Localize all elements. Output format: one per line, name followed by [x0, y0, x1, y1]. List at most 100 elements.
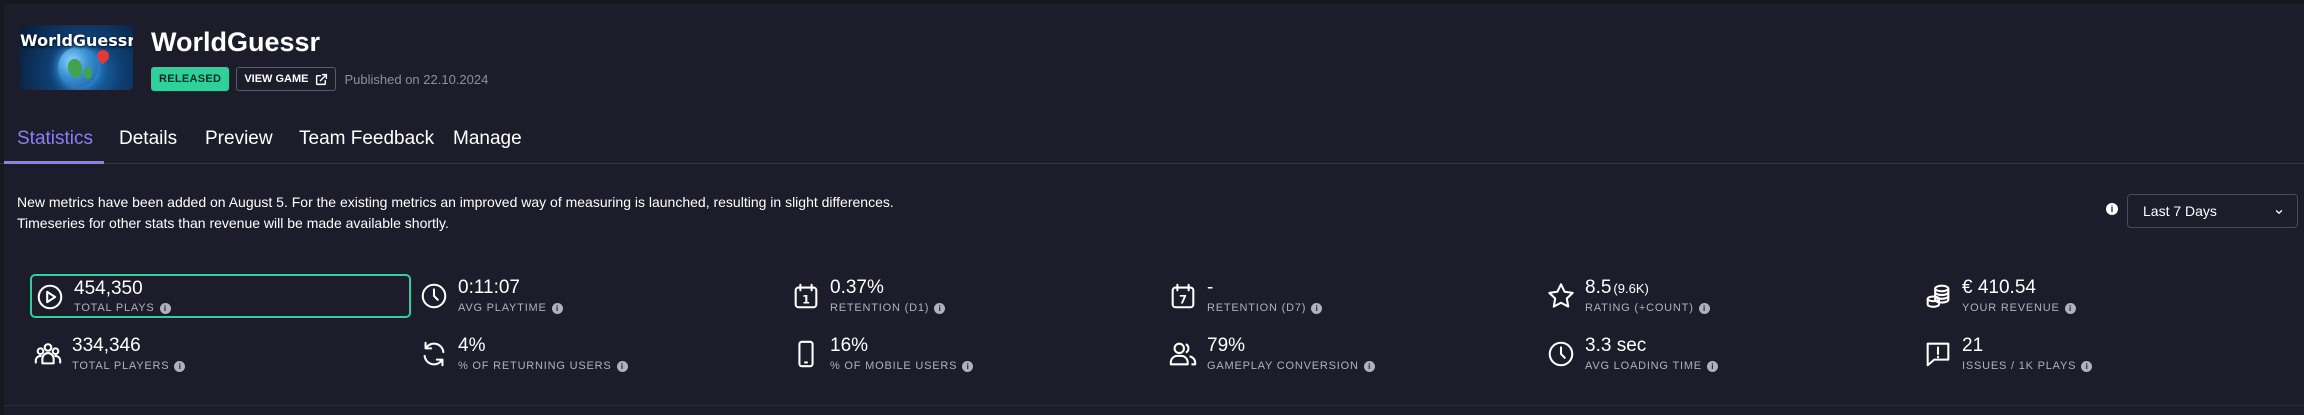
star-icon	[1548, 283, 1574, 308]
stat-value: 3.3 sec	[1585, 335, 1647, 356]
info-icon[interactable]: i	[2064, 302, 2076, 314]
stat-label-text: ISSUES / 1K PLAYS	[1962, 360, 2077, 372]
info-icon[interactable]: i	[2106, 203, 2118, 215]
stat-total-players[interactable]: 334,346 TOTAL PLAYERS i	[22, 332, 382, 378]
players-icon	[34, 343, 62, 365]
stat-label-text: YOUR REVENUE	[1962, 302, 2060, 314]
stat-label-text: AVG LOADING TIME	[1585, 360, 1702, 372]
left-edge	[0, 0, 4, 415]
info-icon[interactable]: i	[1698, 302, 1710, 314]
stat-label-text: RETENTION (D1)	[830, 302, 930, 314]
date-range-value: Last 7 Days	[2143, 203, 2217, 219]
stat-label: TOTAL PLAYS i	[74, 302, 171, 314]
stat-retention-d7[interactable]: 7 - RETENTION (D7) i	[1157, 274, 1517, 320]
info-icon[interactable]: i	[1706, 360, 1718, 372]
published-date: Published on 22.10.2024	[344, 71, 489, 87]
svg-text:1: 1	[802, 294, 810, 307]
stat-revenue[interactable]: € 410.54 YOUR REVENUE i	[1912, 274, 2272, 320]
stat-label: ISSUES / 1K PLAYS i	[1962, 360, 2093, 372]
rating-value: 8.5	[1585, 277, 1612, 298]
clock-icon	[421, 283, 447, 309]
title-block: WorldGuessr RELEASED VIEW GAME Published…	[151, 25, 488, 93]
game-thumbnail: WorldGuessr	[20, 25, 133, 90]
stat-label: RETENTION (D7) i	[1207, 302, 1323, 314]
tab-team-feedback[interactable]: Team Feedback	[299, 128, 434, 164]
stat-value: 4%	[458, 335, 486, 356]
stat-value: 21	[1962, 335, 1984, 356]
thumbnail-logo-text: WorldGuessr	[20, 31, 133, 50]
tab-statistics[interactable]: Statistics	[17, 128, 93, 164]
users-icon	[1169, 342, 1197, 366]
stat-value: 334,346	[72, 335, 141, 356]
stat-label: AVG PLAYTIME i	[458, 302, 563, 314]
stat-value: 0.37%	[830, 277, 884, 298]
tab-preview[interactable]: Preview	[205, 128, 273, 164]
info-icon[interactable]: i	[934, 302, 946, 314]
date-range-select[interactable]: Last 7 Days	[2127, 194, 2298, 228]
tab-details[interactable]: Details	[119, 128, 177, 164]
stat-label-text: % OF MOBILE USERS	[830, 360, 958, 372]
stat-label: YOUR REVENUE i	[1962, 302, 2076, 314]
stat-mobile-users[interactable]: 16% % OF MOBILE USERS i	[780, 332, 1140, 378]
top-strip	[0, 0, 2304, 4]
page-title: WorldGuessr	[151, 27, 321, 57]
notice-line: Timeseries for other stats than revenue …	[17, 215, 449, 231]
calendar-7-icon: 7	[1171, 283, 1195, 309]
rating-count: (9.6K)	[1613, 281, 1649, 296]
play-circle-icon	[37, 284, 63, 310]
stat-rating[interactable]: 8.5 (9.6K) RATING (+COUNT) i	[1535, 274, 1895, 320]
refresh-icon	[423, 341, 445, 367]
status-badge: RELEASED	[151, 67, 230, 91]
info-icon[interactable]: i	[616, 360, 628, 372]
info-icon[interactable]: i	[1311, 302, 1323, 314]
metrics-notice: New metrics have been added on August 5.…	[17, 192, 894, 234]
external-link-icon	[316, 73, 328, 85]
stat-label: % OF RETURNING USERS i	[458, 360, 628, 372]
notice-line: New metrics have been added on August 5.…	[17, 194, 894, 210]
info-icon[interactable]: i	[2081, 360, 2093, 372]
stat-retention-d1[interactable]: 1 0.37% RETENTION (D1) i	[780, 274, 1140, 320]
stat-label: GAMEPLAY CONVERSION i	[1207, 360, 1375, 372]
stat-returning-users[interactable]: 4% % OF RETURNING USERS i	[408, 332, 768, 378]
stat-label-text: RATING (+COUNT)	[1585, 302, 1694, 314]
tab-manage[interactable]: Manage	[453, 128, 522, 164]
stat-value: -	[1207, 277, 1214, 298]
meta-row: RELEASED VIEW GAME Published on 22.10.20…	[151, 67, 488, 91]
game-header: WorldGuessr WorldGuessr RELEASED VIEW GA…	[20, 25, 488, 93]
stat-label: TOTAL PLAYERS i	[72, 360, 186, 372]
tab-bar: Statistics Details Preview Team Feedback…	[0, 118, 2304, 164]
stat-label: AVG LOADING TIME i	[1585, 360, 1718, 372]
land-shape	[68, 59, 82, 77]
coins-icon	[1926, 284, 1950, 308]
stat-issues[interactable]: 21 ISSUES / 1K PLAYS i	[1912, 332, 2272, 378]
stat-value: € 410.54	[1962, 277, 2036, 298]
stat-gameplay-conversion[interactable]: 79% GAMEPLAY CONVERSION i	[1157, 332, 1517, 378]
stat-label-text: RETENTION (D7)	[1207, 302, 1307, 314]
svg-text:7: 7	[1179, 294, 1187, 307]
stat-label-text: TOTAL PLAYERS	[72, 360, 170, 372]
info-icon[interactable]: i	[1363, 360, 1375, 372]
stat-label: % OF MOBILE USERS i	[830, 360, 974, 372]
view-game-button[interactable]: VIEW GAME	[236, 67, 337, 91]
mobile-icon	[798, 340, 814, 368]
stat-avg-loading-time[interactable]: 3.3 sec AVG LOADING TIME i	[1535, 332, 1895, 378]
clock-icon	[1548, 341, 1574, 367]
active-tab-indicator	[4, 161, 104, 164]
info-icon[interactable]: i	[962, 360, 974, 372]
stat-avg-playtime[interactable]: 0:11:07 AVG PLAYTIME i	[408, 274, 768, 320]
stat-label-text: AVG PLAYTIME	[458, 302, 547, 314]
info-icon[interactable]: i	[159, 302, 171, 314]
stat-value: 79%	[1207, 335, 1246, 356]
divider	[4, 405, 2304, 406]
land-shape	[84, 67, 92, 79]
stat-label-text: TOTAL PLAYS	[74, 302, 155, 314]
stat-label: RATING (+COUNT) i	[1585, 302, 1710, 314]
view-game-label: VIEW GAME	[244, 73, 309, 85]
stat-total-plays[interactable]: 454,350 TOTAL PLAYS i	[30, 274, 411, 318]
stat-value: 454,350	[74, 278, 143, 299]
stat-label: RETENTION (D1) i	[830, 302, 946, 314]
info-icon[interactable]: i	[551, 302, 563, 314]
stat-label-text: % OF RETURNING USERS	[458, 360, 612, 372]
calendar-1-icon: 1	[794, 283, 818, 309]
info-icon[interactable]: i	[174, 360, 186, 372]
